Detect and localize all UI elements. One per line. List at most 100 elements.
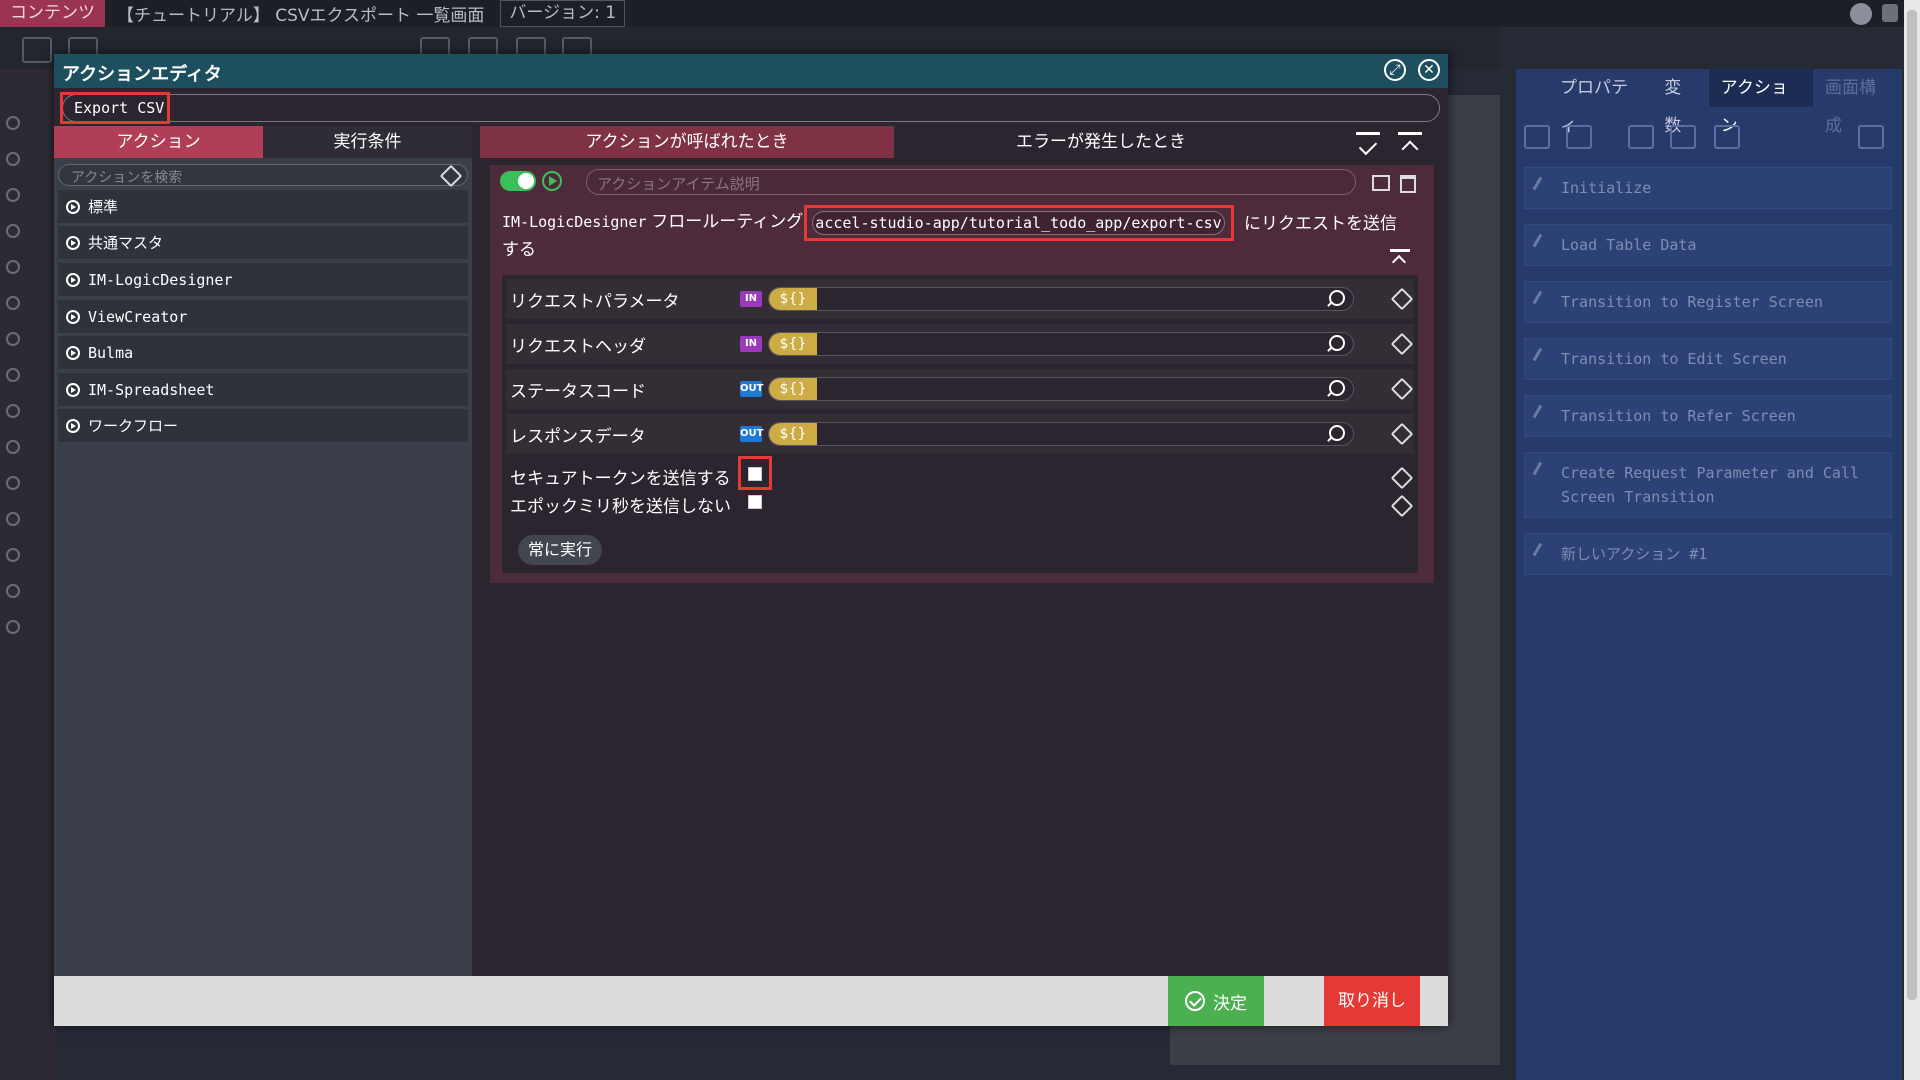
pencil-icon (1532, 233, 1555, 255)
tab-on-error[interactable]: エラーが発生したとき (894, 126, 1308, 158)
palette-dot-icon (6, 116, 20, 130)
eraser-icon[interactable] (1390, 332, 1414, 356)
description-placeholder: アクションアイテム説明 (597, 175, 760, 193)
close-icon[interactable]: ✕ (1418, 59, 1440, 81)
flow-path-input[interactable]: accel-studio-app/tutorial_todo_app/expor… (812, 211, 1225, 235)
content-tab[interactable]: コンテンツ (0, 0, 105, 27)
palette-dot-icon (6, 548, 20, 562)
expression-tag: ${} (769, 333, 817, 355)
collapse-icon[interactable] (1390, 249, 1410, 268)
action-list-item[interactable]: Initialize (1524, 167, 1892, 209)
copy-action-icon[interactable] (1566, 125, 1592, 149)
category-common-master[interactable]: 共通マスタ (58, 226, 468, 260)
action-item-header: アクションアイテム説明 (490, 165, 1434, 201)
no-epoch-millis-checkbox[interactable] (748, 495, 762, 509)
action-description-input[interactable]: アクションアイテム説明 (586, 169, 1356, 195)
action-editor-dialog: アクションエディタ ⤢ ✕ Export CSV アクション 実行条件 アクショ… (54, 54, 1448, 1026)
eraser-icon[interactable] (1390, 287, 1414, 311)
search-icon[interactable] (1329, 290, 1345, 306)
tab-on-called[interactable]: アクションが呼ばれたとき (480, 126, 894, 158)
right-panel-tabs: プロパティ 変数 アクション 画面構成 (1516, 69, 1902, 136)
checkbox-row: エポックミリ秒を送信しない (506, 492, 1414, 518)
expression-tag: ${} (769, 423, 817, 445)
palette-dot-icon (6, 620, 20, 634)
param-expression-input[interactable]: ${} (768, 332, 1354, 356)
action-list-item[interactable]: 新しいアクション #1 (1524, 533, 1892, 575)
action-list-item[interactable]: Load Table Data (1524, 224, 1892, 266)
param-label: リクエストパラメータ (510, 292, 680, 312)
palette-dot-icon (6, 224, 20, 238)
search-icon[interactable] (1329, 425, 1345, 441)
enable-toggle[interactable] (500, 171, 536, 191)
palette-row (6, 507, 52, 531)
dialog-header: アクションエディタ ⤢ ✕ (54, 54, 1448, 88)
version-selector[interactable]: バージョン: 1 (500, 0, 626, 27)
param-expression-input[interactable]: ${} (768, 287, 1354, 311)
category-standard[interactable]: 標準 (58, 190, 468, 224)
action-list-item[interactable]: Transition to Edit Screen (1524, 338, 1892, 380)
palette-dot-icon (6, 368, 20, 382)
trash-icon[interactable] (1858, 125, 1884, 149)
flow-prefix: IM-LogicDesigner (502, 213, 647, 231)
action-list-item[interactable]: Create Request Parameter and Call Screen… (1524, 452, 1892, 518)
expand-all-icon[interactable] (1356, 132, 1380, 153)
flow-suffix: にリクエストを送信 (1244, 214, 1397, 234)
palette-dot-icon (6, 512, 20, 526)
palette-dot-icon (6, 332, 20, 346)
trash-icon[interactable] (1400, 175, 1416, 193)
tab-action[interactable]: アクション (54, 126, 263, 158)
play-circle-icon (66, 418, 80, 433)
pencil-icon (1532, 404, 1555, 426)
collapse-all-icon[interactable] (1398, 132, 1422, 153)
eraser-icon[interactable] (1390, 377, 1414, 401)
param-label: ステータスコード (510, 382, 646, 402)
flow-suffix-2: する (502, 240, 536, 260)
layers-icon[interactable] (22, 37, 52, 63)
eraser-icon[interactable] (1390, 494, 1414, 518)
category-im-logicdesigner[interactable]: IM-LogicDesigner (58, 263, 468, 297)
action-search-input[interactable]: アクションを検索 (58, 164, 468, 188)
eraser-icon[interactable] (1390, 466, 1414, 490)
category-viewcreator[interactable]: ViewCreator (58, 300, 468, 334)
dialog-title: アクションエディタ (62, 64, 222, 85)
move-action-icon[interactable] (1714, 125, 1740, 149)
copy-icon[interactable] (1372, 175, 1390, 191)
breadcrumb: 【チュートリアル】 CSVエクスポート 一覧画面 (117, 6, 485, 26)
category-workflow[interactable]: ワークフロー (58, 409, 468, 443)
action-list-item[interactable]: Transition to Register Screen (1524, 281, 1892, 323)
expand-icon[interactable]: ⤢ (1384, 59, 1406, 81)
category-bulma[interactable]: Bulma (58, 336, 468, 370)
palette-row (6, 471, 52, 495)
eraser-icon[interactable] (1390, 422, 1414, 446)
delete-list-icon[interactable] (1628, 125, 1654, 149)
search-icon[interactable] (1329, 335, 1345, 351)
tab-actions[interactable]: アクション (1708, 69, 1814, 136)
always-run-button[interactable]: 常に実行 (518, 535, 603, 565)
tab-properties[interactable]: プロパティ (1548, 69, 1652, 136)
action-name-input[interactable]: Export CSV (60, 92, 170, 124)
tab-icons (1356, 130, 1436, 154)
scrollbar-thumb[interactable] (1907, 10, 1917, 1000)
action-catalog: アクションを検索 標準 共通マスタ IM-LogicDesigner ViewC… (54, 158, 472, 976)
page-scrollbar[interactable] (1904, 0, 1920, 1080)
tab-screen-structure[interactable]: 画面構成 (1813, 69, 1902, 136)
check-circle-icon (1185, 991, 1205, 1011)
tab-execution-condition[interactable]: 実行条件 (263, 126, 472, 158)
tab-variables[interactable]: 変数 (1652, 69, 1708, 136)
lock-icon[interactable] (1882, 4, 1898, 22)
eraser-icon[interactable] (439, 164, 463, 188)
search-icon[interactable] (1329, 380, 1345, 396)
palette-row (6, 399, 52, 423)
category-im-spreadsheet[interactable]: IM-Spreadsheet (58, 373, 468, 407)
send-secure-token-checkbox[interactable] (748, 467, 762, 481)
cancel-button[interactable]: 取り消し (1324, 976, 1420, 1026)
user-icon[interactable] (1850, 3, 1872, 25)
paste-action-icon[interactable] (1670, 125, 1696, 149)
play-icon[interactable] (542, 171, 562, 191)
param-expression-input[interactable]: ${} (768, 422, 1354, 446)
play-circle-icon (66, 345, 80, 360)
ok-button[interactable]: 決定 (1168, 976, 1264, 1026)
action-list-item[interactable]: Transition to Refer Screen (1524, 395, 1892, 437)
param-expression-input[interactable]: ${} (768, 377, 1354, 401)
add-action-icon[interactable] (1524, 125, 1550, 149)
